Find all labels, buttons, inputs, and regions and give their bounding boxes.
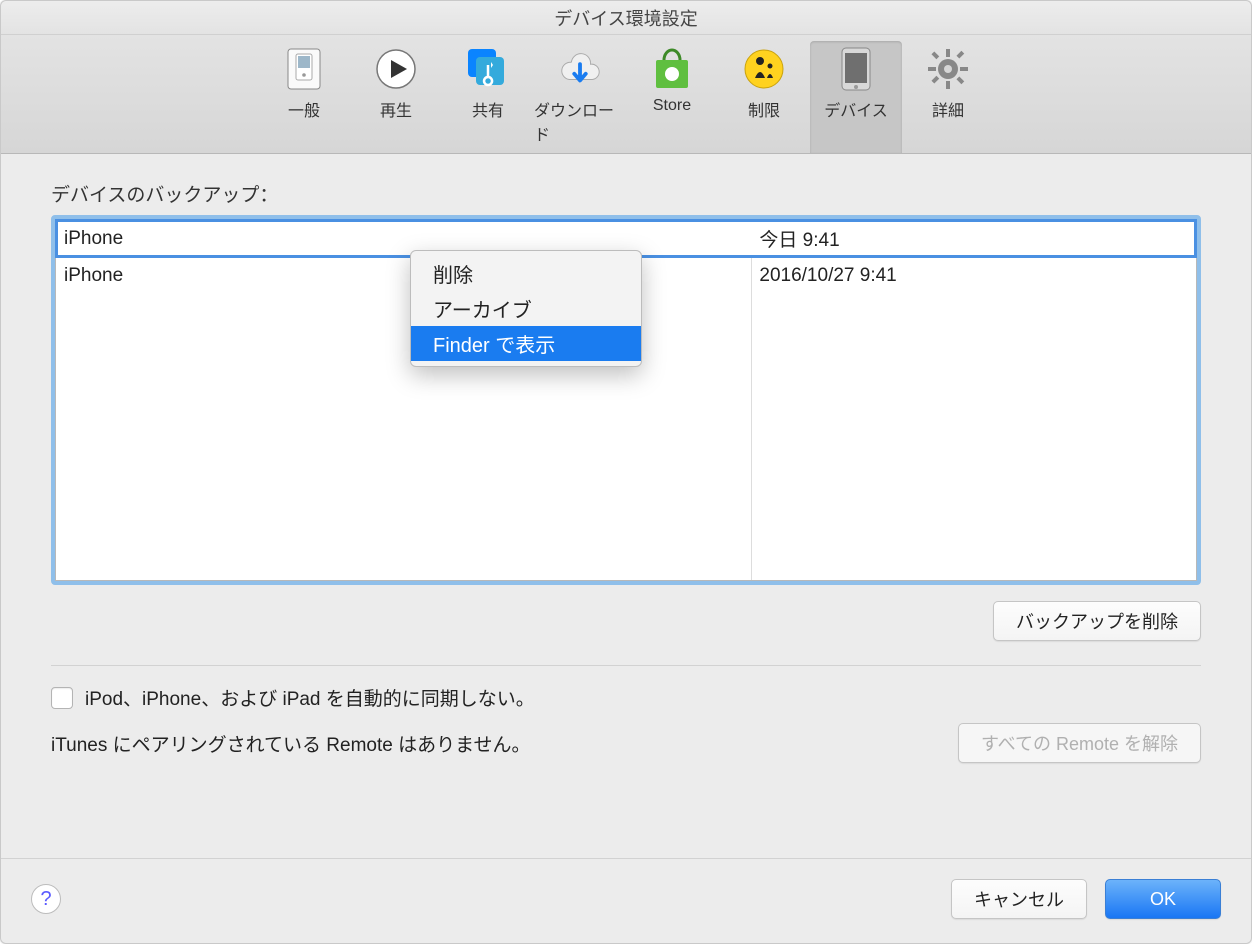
window-title-text: デバイス環境設定	[554, 5, 697, 31]
sharing-icon	[466, 47, 510, 91]
tab-restrictions[interactable]: 制限	[718, 41, 810, 153]
backup-name: iPhone	[56, 265, 751, 287]
tab-label: ダウンロード	[534, 97, 626, 145]
divider	[51, 665, 1201, 666]
footer: ? キャンセル OK	[1, 858, 1251, 943]
preferences-window: デバイス環境設定 一般 再生	[0, 0, 1252, 944]
backups-label: デバイスのバックアップ：	[51, 180, 1201, 207]
column-divider	[751, 220, 752, 580]
general-icon	[282, 47, 326, 91]
forget-remotes-button: すべての Remote を解除	[958, 723, 1201, 763]
parental-icon	[742, 47, 786, 91]
tab-label: 詳細	[932, 97, 964, 121]
context-menu: 削除 アーカイブ Finder で表示	[410, 250, 642, 367]
backup-name: iPhone	[56, 228, 751, 250]
download-icon	[558, 47, 602, 91]
tab-general[interactable]: 一般	[258, 41, 350, 153]
delete-backup-button[interactable]: バックアップを削除	[993, 601, 1201, 641]
autosync-option[interactable]: iPod、iPhone、および iPad を自動的に同期しない。	[51, 684, 1201, 711]
device-icon	[834, 47, 878, 91]
tab-label: Store	[653, 97, 691, 115]
menu-show-in-finder[interactable]: Finder で表示	[411, 326, 641, 361]
window-title: デバイス環境設定	[1, 1, 1251, 35]
cancel-button[interactable]: キャンセル	[951, 879, 1087, 919]
tab-store[interactable]: Store	[626, 41, 718, 153]
tab-label: デバイス	[824, 97, 888, 121]
play-icon	[374, 47, 418, 91]
gear-icon	[926, 47, 970, 91]
backup-date: 今日 9:41	[751, 225, 1196, 252]
help-button[interactable]: ?	[31, 884, 61, 914]
preferences-toolbar: 一般 再生 共有	[1, 35, 1251, 154]
menu-archive[interactable]: アーカイブ	[411, 291, 641, 326]
tab-label: 制限	[748, 97, 780, 121]
tab-label: 再生	[380, 97, 412, 121]
tab-advanced[interactable]: 詳細	[902, 41, 994, 153]
store-icon	[650, 47, 694, 91]
checkbox-icon[interactable]	[51, 687, 73, 709]
tab-label: 共有	[472, 97, 504, 121]
autosync-label: iPod、iPhone、および iPad を自動的に同期しない。	[85, 684, 535, 711]
tab-playback[interactable]: 再生	[350, 41, 442, 153]
tab-sharing[interactable]: 共有	[442, 41, 534, 153]
tab-downloads[interactable]: ダウンロード	[534, 41, 626, 153]
tab-label: 一般	[288, 97, 320, 121]
backup-date: 2016/10/27 9:41	[751, 265, 1196, 287]
help-icon: ?	[40, 888, 51, 911]
ok-button[interactable]: OK	[1105, 879, 1221, 919]
tab-devices[interactable]: デバイス	[810, 41, 902, 153]
remotes-status: iTunes にペアリングされている Remote はありません。	[51, 730, 531, 757]
menu-delete[interactable]: 削除	[411, 256, 641, 291]
